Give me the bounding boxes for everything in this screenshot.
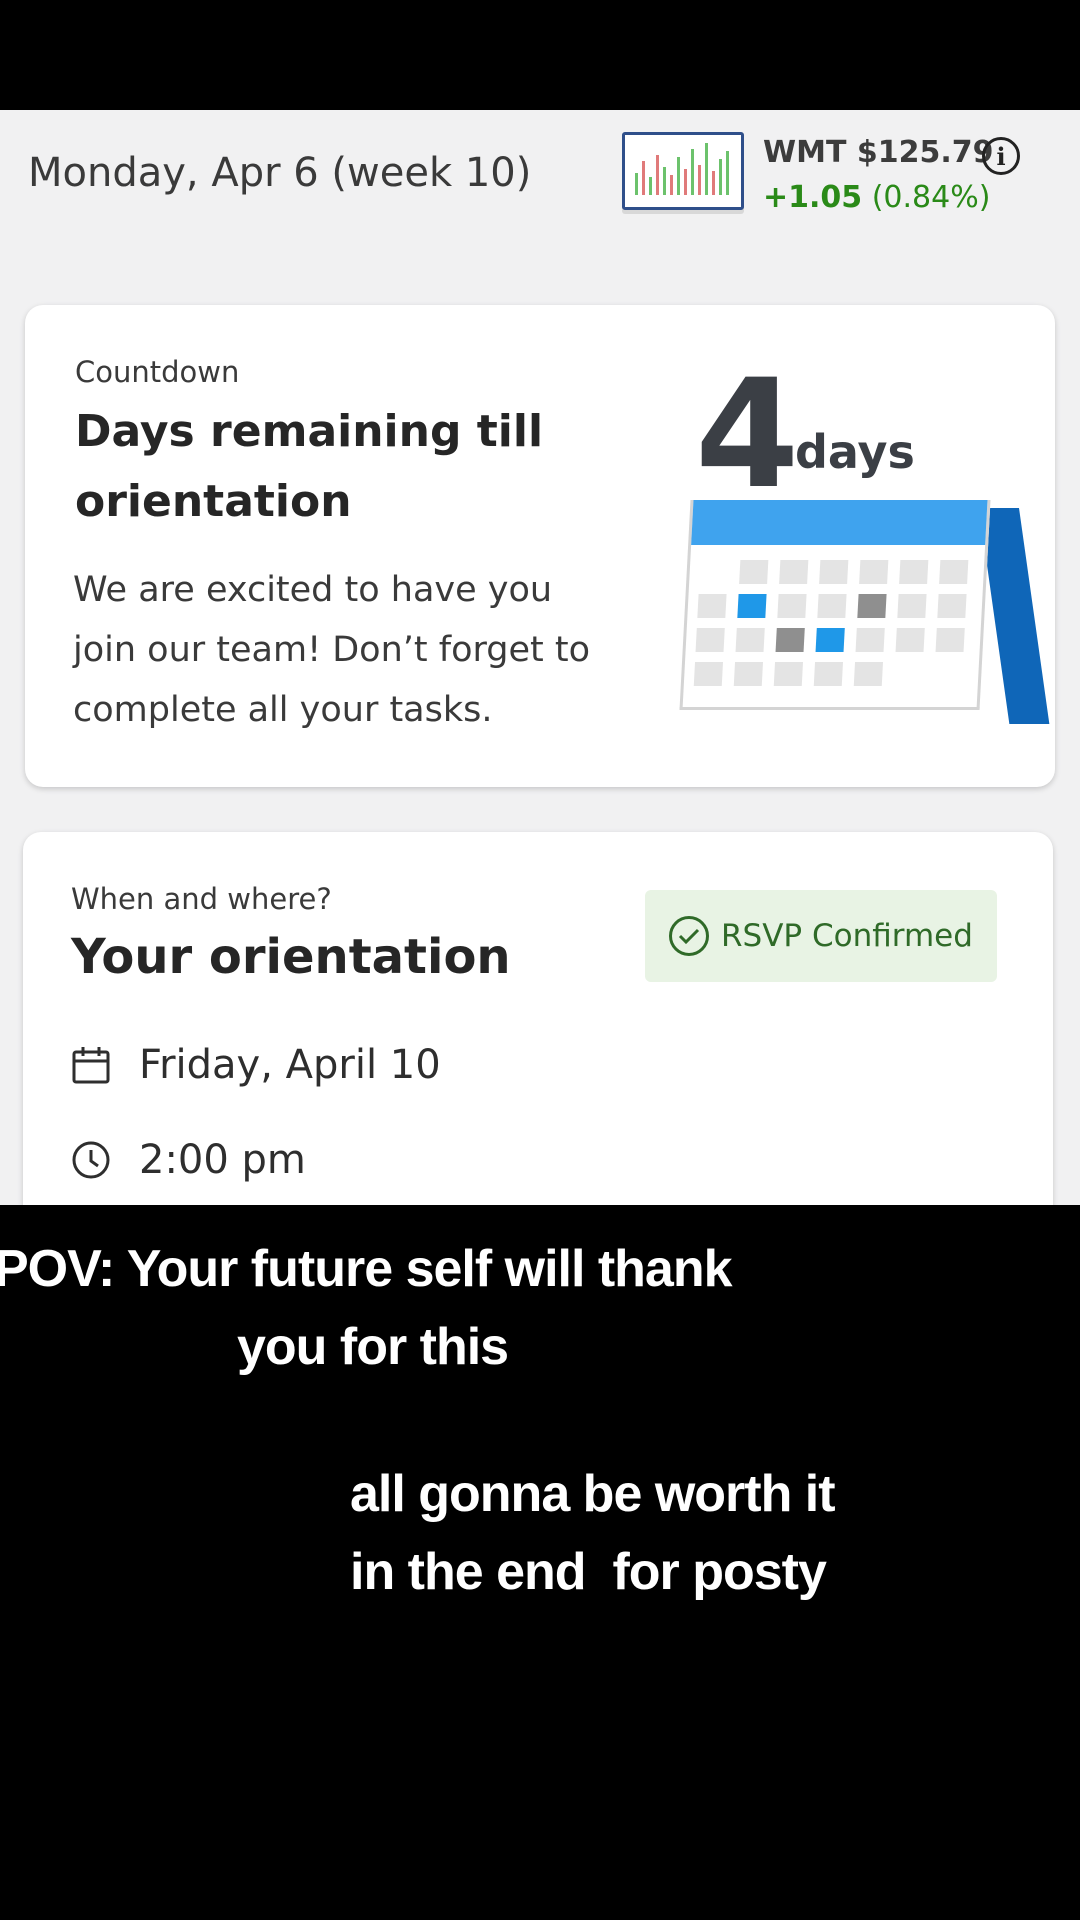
- orientation-date-row: Friday, April 10: [71, 1042, 441, 1088]
- calendar-icon: [679, 500, 1050, 724]
- countdown-title-line: Days remaining till: [75, 406, 544, 457]
- countdown-title: Days remaining till orientation: [75, 397, 543, 537]
- days-remaining-number: 4: [695, 348, 799, 522]
- caption-line: POV: Your future self will thank: [0, 1240, 733, 1298]
- orientation-card[interactable]: When and where? Your orientation RSVP Co…: [23, 832, 1053, 1205]
- rsvp-label: RSVP Confirmed: [721, 918, 973, 954]
- countdown-body: We are excited to have you join our team…: [73, 560, 590, 740]
- countdown-body-line: complete all your tasks.: [73, 690, 493, 730]
- countdown-body-line: join our team! Don’t forget to: [73, 630, 591, 670]
- countdown-eyebrow: Countdown: [75, 355, 240, 389]
- countdown-body-line: We are excited to have you: [73, 570, 553, 610]
- days-unit-label: days: [795, 425, 915, 479]
- orientation-title: Your orientation: [71, 929, 511, 985]
- stock-change: +1.05 (0.84%): [763, 180, 990, 215]
- info-icon[interactable]: i: [982, 137, 1020, 175]
- caption-line: all gonna be worth it: [350, 1465, 836, 1523]
- orientation-eyebrow: When and where?: [71, 882, 332, 916]
- orientation-date: Friday, April 10: [139, 1042, 441, 1088]
- caption-line: you for this: [237, 1318, 509, 1376]
- orientation-time-row: 2:00 pm: [71, 1137, 306, 1183]
- caption-line: in the end for posty: [350, 1543, 827, 1601]
- stock-ticker-price: WMT $125.79: [763, 135, 994, 170]
- stock-change-value: +1.05: [763, 180, 863, 215]
- orientation-time: 2:00 pm: [139, 1137, 306, 1183]
- caption-overlay: POV: Your future self will thank you for…: [0, 1205, 1080, 1920]
- stock-chart-icon[interactable]: [622, 132, 744, 210]
- calendar-small-icon: [72, 1047, 110, 1084]
- stock-change-percent: (0.84%): [871, 180, 991, 215]
- clock-icon: [72, 1141, 110, 1179]
- check-circle-icon: [669, 916, 709, 956]
- rsvp-status-badge: RSVP Confirmed: [645, 890, 997, 982]
- current-date: Monday, Apr 6 (week 10): [28, 150, 532, 196]
- countdown-card[interactable]: Countdown Days remaining till orientatio…: [25, 305, 1055, 787]
- countdown-title-line: orientation: [75, 476, 352, 527]
- app-screen: Monday, Apr 6 (week 10) WMT $125.79 i +1…: [0, 110, 1080, 1205]
